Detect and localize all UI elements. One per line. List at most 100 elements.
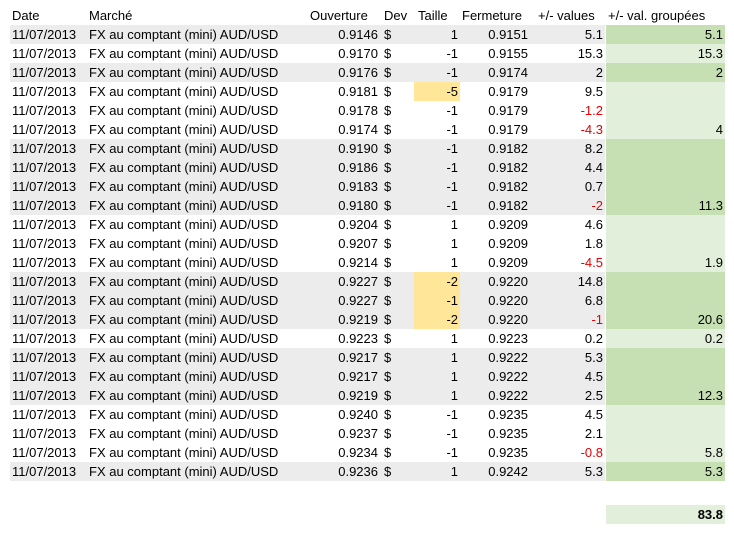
cell-value[interactable]: 2 <box>530 63 605 82</box>
cell-date[interactable]: 11/07/2013 <box>10 177 88 196</box>
cell-grouped[interactable]: 2 <box>606 63 725 82</box>
cell-open[interactable]: 0.9223 <box>308 329 380 348</box>
cell-close[interactable]: 0.9235 <box>460 405 530 424</box>
cell-grouped[interactable]: 5.8 <box>606 443 725 462</box>
cell-value[interactable]: 5.3 <box>530 348 605 367</box>
cell-market[interactable]: FX au comptant (mini) AUD/USD <box>88 158 308 177</box>
cell-open[interactable]: 0.9217 <box>308 348 380 367</box>
cell-dev[interactable]: $ <box>382 253 412 272</box>
cell-size[interactable]: -1 <box>414 44 460 63</box>
cell-date[interactable]: 11/07/2013 <box>10 215 88 234</box>
cell-market[interactable]: FX au comptant (mini) AUD/USD <box>88 234 308 253</box>
cell-date[interactable]: 11/07/2013 <box>10 158 88 177</box>
cell-grouped[interactable]: 15.3 <box>606 44 725 63</box>
cell-open[interactable]: 0.9219 <box>308 310 380 329</box>
cell-date[interactable]: 11/07/2013 <box>10 44 88 63</box>
cell-market[interactable]: FX au comptant (mini) AUD/USD <box>88 291 308 310</box>
cell-dev[interactable]: $ <box>382 120 412 139</box>
cell-value[interactable]: 0.7 <box>530 177 605 196</box>
cell-size[interactable]: -2 <box>414 272 460 291</box>
cell-value[interactable]: -0.8 <box>530 443 605 462</box>
cell-market[interactable]: FX au comptant (mini) AUD/USD <box>88 443 308 462</box>
cell-value[interactable]: 4.4 <box>530 158 605 177</box>
cell-market[interactable]: FX au comptant (mini) AUD/USD <box>88 310 308 329</box>
cell-value[interactable]: 2.1 <box>530 424 605 443</box>
cell-grouped[interactable] <box>606 234 725 253</box>
cell-market[interactable]: FX au comptant (mini) AUD/USD <box>88 44 308 63</box>
header-dev[interactable]: Dev <box>382 6 412 25</box>
cell-close[interactable]: 0.9220 <box>460 272 530 291</box>
cell-value[interactable]: -1 <box>530 310 605 329</box>
header-values[interactable]: +/- values <box>530 6 605 25</box>
cell-date[interactable]: 11/07/2013 <box>10 196 88 215</box>
cell-grouped[interactable] <box>606 291 725 310</box>
cell-open[interactable]: 0.9240 <box>308 405 380 424</box>
cell-open[interactable]: 0.9146 <box>308 25 380 44</box>
cell-market[interactable]: FX au comptant (mini) AUD/USD <box>88 348 308 367</box>
cell-dev[interactable]: $ <box>382 443 412 462</box>
cell-size[interactable]: 1 <box>414 348 460 367</box>
cell-close[interactable]: 0.9155 <box>460 44 530 63</box>
cell-date[interactable]: 11/07/2013 <box>10 253 88 272</box>
cell-size[interactable]: -5 <box>414 82 460 101</box>
cell-size[interactable]: 1 <box>414 253 460 272</box>
cell-close[interactable]: 0.9220 <box>460 310 530 329</box>
cell-grouped[interactable] <box>606 424 725 443</box>
cell-size[interactable]: -2 <box>414 310 460 329</box>
cell-value[interactable]: -4.5 <box>530 253 605 272</box>
cell-close[interactable]: 0.9179 <box>460 120 530 139</box>
cell-open[interactable]: 0.9227 <box>308 272 380 291</box>
cell-size[interactable]: -1 <box>414 120 460 139</box>
cell-value[interactable]: -1.2 <box>530 101 605 120</box>
header-date[interactable]: Date <box>10 6 88 25</box>
cell-close[interactable]: 0.9220 <box>460 291 530 310</box>
cell-market[interactable]: FX au comptant (mini) AUD/USD <box>88 405 308 424</box>
cell-open[interactable]: 0.9234 <box>308 443 380 462</box>
cell-close[interactable]: 0.9209 <box>460 253 530 272</box>
cell-close[interactable]: 0.9182 <box>460 139 530 158</box>
header-size[interactable]: Taille <box>414 6 460 25</box>
cell-value[interactable]: 4.5 <box>530 367 605 386</box>
cell-size[interactable]: -1 <box>414 424 460 443</box>
cell-grouped[interactable] <box>606 348 725 367</box>
cell-close[interactable]: 0.9209 <box>460 234 530 253</box>
cell-open[interactable]: 0.9174 <box>308 120 380 139</box>
cell-value[interactable]: -4.3 <box>530 120 605 139</box>
cell-size[interactable]: -1 <box>414 291 460 310</box>
cell-market[interactable]: FX au comptant (mini) AUD/USD <box>88 424 308 443</box>
cell-value[interactable]: 9.5 <box>530 82 605 101</box>
cell-dev[interactable]: $ <box>382 329 412 348</box>
cell-size[interactable]: -1 <box>414 177 460 196</box>
cell-close[interactable]: 0.9222 <box>460 348 530 367</box>
header-market[interactable]: Marché <box>88 6 308 25</box>
cell-grouped[interactable]: 0.2 <box>606 329 725 348</box>
cell-dev[interactable]: $ <box>382 44 412 63</box>
cell-grouped[interactable]: 11.3 <box>606 196 725 215</box>
cell-market[interactable]: FX au comptant (mini) AUD/USD <box>88 120 308 139</box>
cell-size[interactable]: 1 <box>414 462 460 481</box>
cell-date[interactable]: 11/07/2013 <box>10 462 88 481</box>
cell-dev[interactable]: $ <box>382 101 412 120</box>
cell-size[interactable]: -1 <box>414 101 460 120</box>
cell-dev[interactable]: $ <box>382 367 412 386</box>
cell-open[interactable]: 0.9217 <box>308 367 380 386</box>
cell-market[interactable]: FX au comptant (mini) AUD/USD <box>88 82 308 101</box>
cell-value[interactable]: 4.5 <box>530 405 605 424</box>
cell-grouped[interactable] <box>606 405 725 424</box>
cell-dev[interactable]: $ <box>382 462 412 481</box>
header-grouped[interactable]: +/- val. groupées <box>606 6 725 25</box>
cell-date[interactable]: 11/07/2013 <box>10 329 88 348</box>
cell-grouped[interactable] <box>606 158 725 177</box>
cell-date[interactable]: 11/07/2013 <box>10 272 88 291</box>
cell-close[interactable]: 0.9235 <box>460 443 530 462</box>
cell-value[interactable]: 6.8 <box>530 291 605 310</box>
cell-dev[interactable]: $ <box>382 310 412 329</box>
cell-value[interactable]: 0.2 <box>530 329 605 348</box>
cell-market[interactable]: FX au comptant (mini) AUD/USD <box>88 253 308 272</box>
cell-close[interactable]: 0.9174 <box>460 63 530 82</box>
cell-dev[interactable]: $ <box>382 291 412 310</box>
cell-grouped[interactable] <box>606 139 725 158</box>
cell-market[interactable]: FX au comptant (mini) AUD/USD <box>88 63 308 82</box>
cell-date[interactable]: 11/07/2013 <box>10 386 88 405</box>
cell-open[interactable]: 0.9190 <box>308 139 380 158</box>
